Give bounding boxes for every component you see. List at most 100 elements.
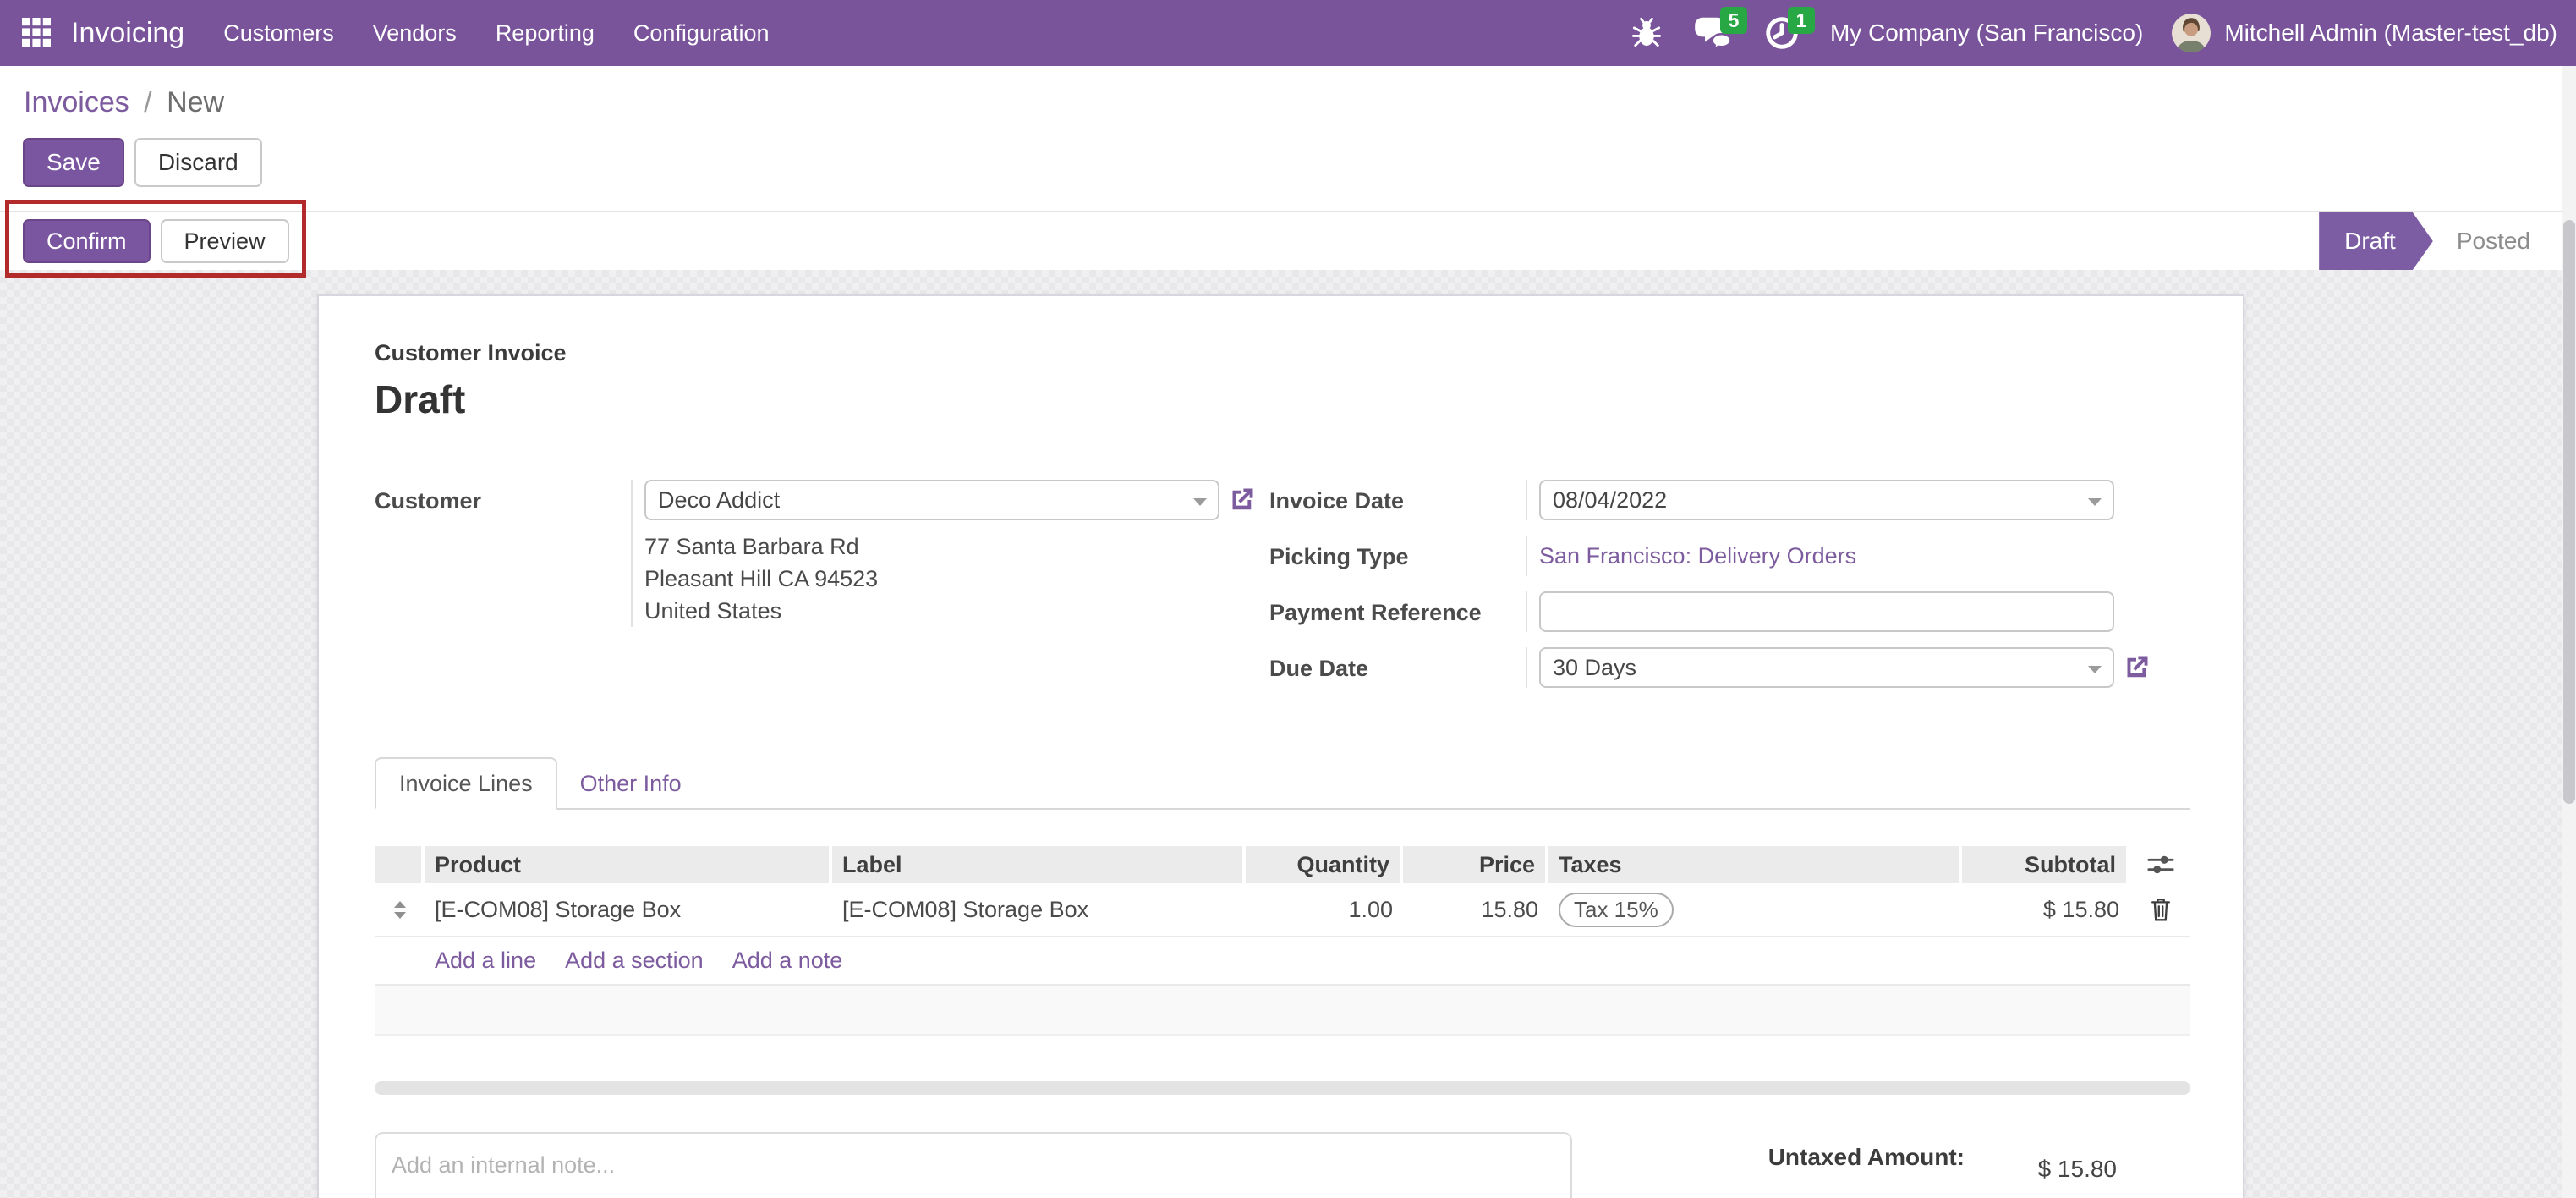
cell-product[interactable]: [E-COM08] Storage Box bbox=[425, 883, 832, 936]
company-switcher[interactable]: My Company (San Francisco) bbox=[1830, 19, 2143, 47]
address-line-1: 77 Santa Barbara Rd bbox=[644, 534, 859, 559]
delete-line-button[interactable] bbox=[2129, 883, 2192, 936]
tab-other-info[interactable]: Other Info bbox=[557, 759, 704, 808]
breadcrumb-current: New bbox=[167, 86, 225, 118]
odoo-invoicing-screen: Invoicing Customers Vendors Reporting Co… bbox=[0, 0, 2576, 1198]
customer-field-row: Customer Deco Addict 77 Santa Barbara Rd… bbox=[375, 480, 1269, 627]
customer-value-cell: Deco Addict 77 Santa Barbara Rd Pleasant… bbox=[631, 480, 1269, 627]
save-button[interactable]: Save bbox=[23, 138, 124, 187]
due-date-external-link-icon[interactable] bbox=[2121, 652, 2151, 683]
preview-button[interactable]: Preview bbox=[160, 219, 289, 263]
customer-label: Customer bbox=[375, 488, 482, 514]
customer-external-link-icon[interactable] bbox=[1226, 485, 1257, 515]
table-add-row: Add a line Add a section Add a note bbox=[375, 937, 2190, 986]
column-header-quantity[interactable]: Quantity bbox=[1246, 846, 1403, 883]
control-panel-buttons: Save Discard bbox=[23, 138, 2576, 187]
address-line-2: Pleasant Hill CA 94523 bbox=[644, 566, 879, 591]
confirm-button[interactable]: Confirm bbox=[23, 219, 151, 263]
user-menu[interactable]: Mitchell Admin (Master-test_db) bbox=[2224, 19, 2557, 47]
payment-reference-label: Payment Reference bbox=[1269, 600, 1482, 625]
control-panel: Invoices / New Save Discard bbox=[0, 66, 2576, 211]
chevron-down-icon bbox=[2088, 666, 2102, 673]
drag-handle[interactable] bbox=[393, 900, 406, 919]
menu-customers[interactable]: Customers bbox=[223, 20, 334, 47]
column-header-subtotal[interactable]: Subtotal bbox=[1962, 846, 2129, 883]
statusbar: Confirm Preview Draft Posted bbox=[0, 211, 2576, 272]
invoice-lines-table: Product Label Quantity Price Taxes Subto… bbox=[375, 846, 2192, 1036]
due-date-input[interactable]: 30 Days bbox=[1539, 647, 2114, 688]
cell-subtotal: $ 15.80 bbox=[2042, 896, 2119, 922]
menu-vendors[interactable]: Vendors bbox=[373, 20, 457, 47]
app-name[interactable]: Invoicing bbox=[71, 17, 184, 50]
picking-type-label: Picking Type bbox=[1269, 544, 1409, 569]
breadcrumb-separator: / bbox=[144, 86, 152, 118]
discard-button[interactable]: Discard bbox=[134, 138, 262, 187]
breadcrumb: Invoices / New bbox=[0, 66, 2576, 119]
internal-note-textarea[interactable] bbox=[375, 1132, 1572, 1198]
customer-address: 77 Santa Barbara Rd Pleasant Hill CA 945… bbox=[644, 530, 878, 627]
column-header-taxes[interactable]: Taxes bbox=[1548, 846, 1962, 883]
activities-button[interactable]: 1 bbox=[1762, 7, 1815, 52]
add-a-line-link[interactable]: Add a line bbox=[435, 948, 536, 974]
customer-input[interactable]: Deco Addict bbox=[644, 480, 1219, 520]
menu-reporting[interactable]: Reporting bbox=[496, 20, 595, 47]
tab-invoice-lines[interactable]: Invoice Lines bbox=[375, 757, 557, 810]
table-horizontal-scrollbar[interactable] bbox=[375, 1081, 2190, 1095]
cell-taxes[interactable]: Tax 15% bbox=[1548, 883, 1962, 936]
messages-badge: 5 bbox=[1719, 7, 1747, 34]
payment-reference-input[interactable] bbox=[1539, 591, 2114, 632]
notebook-tabs: Invoice Lines Other Info bbox=[375, 757, 2190, 810]
left-field-group: Customer Deco Addict 77 Santa Barbara Rd… bbox=[375, 480, 1269, 703]
column-header-price[interactable]: Price bbox=[1403, 846, 1548, 883]
column-header-product[interactable]: Product bbox=[425, 846, 832, 883]
avatar-image bbox=[2172, 14, 2212, 52]
document-type-label: Customer Invoice bbox=[375, 340, 567, 365]
breadcrumb-invoices-link[interactable]: Invoices bbox=[24, 86, 129, 118]
apps-menu-icon[interactable] bbox=[19, 14, 56, 52]
add-a-section-link[interactable]: Add a section bbox=[565, 948, 704, 974]
invoice-line-row: [E-COM08] Storage Box [E-COM08] Storage … bbox=[375, 883, 2190, 937]
top-navbar: Invoicing Customers Vendors Reporting Co… bbox=[0, 0, 2576, 66]
table-header: Product Label Quantity Price Taxes Subto… bbox=[375, 846, 2192, 883]
due-date-label: Due Date bbox=[1269, 656, 1369, 681]
statusbar-buttons: Confirm Preview bbox=[23, 219, 289, 263]
invoice-date-row: Invoice Date 08/04/2022 bbox=[1269, 480, 2190, 520]
chevron-down-icon bbox=[2088, 498, 2102, 506]
cell-quantity[interactable]: 1.00 bbox=[1246, 883, 1403, 936]
add-a-note-link[interactable]: Add a note bbox=[732, 948, 843, 974]
vertical-scrollbar bbox=[2562, 66, 2576, 1198]
state-draft[interactable]: Draft bbox=[2319, 212, 2433, 270]
cell-price[interactable]: 15.80 bbox=[1403, 883, 1548, 936]
user-avatar[interactable] bbox=[2172, 14, 2212, 52]
due-date-row: Due Date 30 Days bbox=[1269, 647, 2190, 688]
tax-badge[interactable]: Tax 15% bbox=[1559, 892, 1674, 927]
invoice-date-label: Invoice Date bbox=[1269, 488, 1405, 514]
right-field-group: Invoice Date 08/04/2022 Picking Type San… bbox=[1269, 480, 2190, 703]
menu-configuration[interactable]: Configuration bbox=[633, 20, 770, 47]
invoice-date-input[interactable]: 08/04/2022 bbox=[1539, 480, 2114, 520]
form-view-background: Customer Invoice Draft Customer Deco Add… bbox=[0, 270, 2576, 1198]
bug-icon bbox=[1631, 17, 1661, 47]
due-date-value: 30 Days bbox=[1553, 654, 1637, 680]
document-state-title: Draft bbox=[375, 377, 466, 421]
invoice-form-sheet: Customer Invoice Draft Customer Deco Add… bbox=[317, 294, 2244, 1198]
sheet-bottom-row: Untaxed Amount: $ 15.80 Tax 15% bbox=[375, 1132, 2190, 1198]
table-body: [E-COM08] Storage Box [E-COM08] Storage … bbox=[375, 883, 2190, 1036]
nav-menus: Customers Vendors Reporting Configuratio… bbox=[223, 20, 769, 47]
cell-label[interactable]: [E-COM08] Storage Box bbox=[832, 883, 1246, 936]
grid-icon bbox=[22, 18, 51, 47]
messages-button[interactable]: 5 bbox=[1695, 7, 1747, 52]
debug-button[interactable] bbox=[1627, 14, 1666, 52]
state-posted[interactable]: Posted bbox=[2433, 212, 2539, 270]
invoice-date-value: 08/04/2022 bbox=[1553, 486, 1668, 513]
handle-column-header bbox=[375, 846, 425, 883]
activities-badge: 1 bbox=[1787, 7, 1815, 34]
column-header-label[interactable]: Label bbox=[832, 846, 1246, 883]
sliders-icon bbox=[2147, 855, 2174, 874]
scrollbar-thumb[interactable] bbox=[2563, 220, 2575, 804]
chevron-down-icon bbox=[1193, 498, 1207, 506]
picking-type-link[interactable]: San Francisco: Delivery Orders bbox=[1539, 543, 1856, 569]
address-line-3: United States bbox=[644, 598, 782, 624]
navbar-right: 5 1 My Company (San Francisco) Mitchell … bbox=[1627, 7, 2557, 52]
optional-columns-button[interactable] bbox=[2129, 846, 2192, 883]
